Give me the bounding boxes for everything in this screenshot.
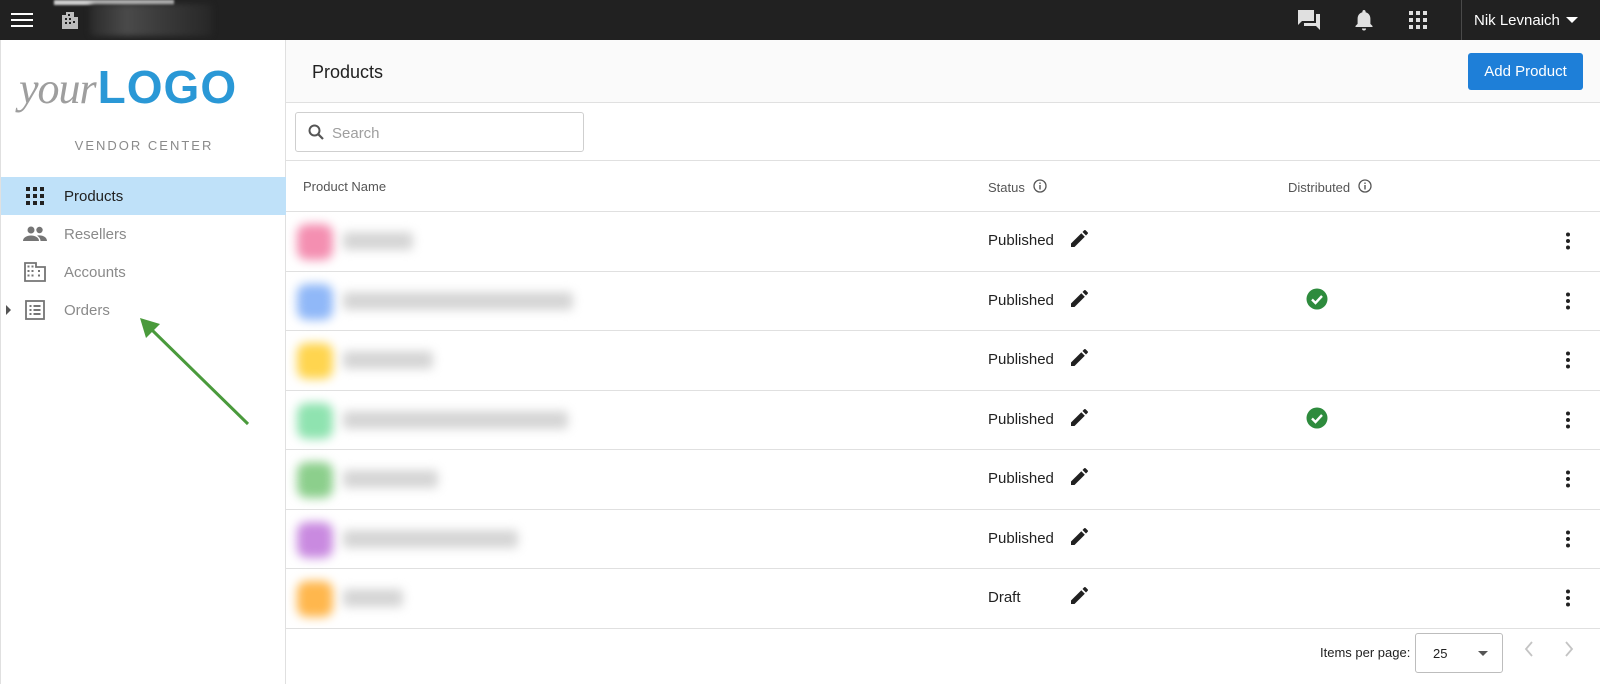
more-vertical-icon[interactable] (1556, 289, 1580, 313)
sidebar: your LOGO VENDOR CENTER Products Reselle… (0, 40, 286, 684)
brand-logo: your LOGO (19, 60, 269, 122)
previous-page-icon[interactable] (1523, 639, 1535, 664)
product-thumbnail (297, 402, 333, 439)
notifications-bell-icon[interactable] (1350, 0, 1378, 40)
more-vertical-icon[interactable] (1556, 527, 1580, 551)
redacted-product-name[interactable] (343, 232, 413, 250)
redacted-product-name[interactable] (343, 291, 573, 310)
product-thumbnail (297, 462, 333, 498)
organization-icon[interactable] (56, 0, 84, 40)
expand-arrow-icon[interactable] (6, 305, 11, 315)
product-thumbnail (297, 581, 333, 617)
sidebar-item-label: Products (64, 187, 124, 205)
status-label: Published (988, 410, 1054, 428)
people-icon (23, 222, 47, 246)
menu-icon[interactable] (8, 0, 36, 40)
status-label: Draft (988, 589, 1021, 606)
sidebar-item-products[interactable]: Products (1, 177, 286, 215)
redacted-product-name[interactable] (343, 589, 403, 607)
sidebar-item-label: Accounts (64, 263, 126, 281)
product-thumbnail (297, 224, 333, 260)
product-table-body: Published Published Published Published Publ… (286, 212, 1600, 629)
page-title: Products (312, 62, 384, 82)
column-header-label: Product Name (303, 179, 387, 194)
sidebar-item-resellers[interactable]: Resellers (1, 215, 286, 253)
more-vertical-icon[interactable] (1556, 408, 1580, 432)
sidebar-item-accounts[interactable]: Accounts (1, 253, 286, 291)
top-app-bar: Nik Levnaich (0, 0, 1600, 40)
column-header-label: Distributed (1288, 180, 1351, 195)
next-page-icon[interactable] (1563, 639, 1575, 664)
annotation-arrow (140, 318, 250, 426)
product-thumbnail (297, 521, 333, 558)
app-subtitle: VENDOR CENTER (74, 138, 214, 153)
table-row[interactable]: Published (286, 510, 1600, 569)
table-row[interactable]: Published (286, 212, 1600, 272)
edit-pencil-icon[interactable] (1068, 585, 1090, 612)
page-header: Products Add Product (286, 40, 1600, 103)
edit-pencil-icon[interactable] (1068, 466, 1090, 493)
redacted-organization-name (90, 4, 212, 36)
chat-icon[interactable] (1294, 0, 1324, 40)
search-icon (308, 124, 324, 145)
grid-icon (23, 184, 47, 208)
redacted-product-name[interactable] (343, 529, 518, 548)
sidebar-nav: Products Resellers Accounts Orders (1, 177, 286, 329)
search-box[interactable] (295, 112, 584, 152)
pagination: Items per page: 25 (286, 626, 1600, 676)
user-menu[interactable]: Nik Levnaich (1474, 0, 1600, 40)
column-header-distributed[interactable]: Distributed (1288, 179, 1372, 196)
status-label: Published (988, 232, 1054, 249)
edit-pencil-icon[interactable] (1068, 288, 1090, 315)
info-icon[interactable] (1358, 179, 1372, 196)
status-label: Published (988, 291, 1054, 309)
chevron-down-icon (1565, 17, 1578, 23)
check-circle-icon (1306, 288, 1328, 315)
edit-pencil-icon[interactable] (1068, 228, 1090, 255)
table-row[interactable]: Published (286, 331, 1600, 391)
sidebar-item-label: Orders (64, 301, 110, 319)
status-label: Published (988, 351, 1054, 368)
redacted-product-name[interactable] (343, 410, 568, 429)
items-per-page-select[interactable]: 25 (1415, 633, 1503, 673)
topbar-divider (1461, 0, 1462, 40)
more-vertical-icon[interactable] (1556, 586, 1580, 610)
more-vertical-icon[interactable] (1556, 229, 1580, 253)
product-thumbnail (297, 343, 333, 379)
status-label: Published (988, 529, 1054, 547)
table-row[interactable]: Published (286, 391, 1600, 450)
logo-text-your: your (19, 64, 97, 113)
column-header-product-name[interactable]: Product Name (303, 179, 386, 194)
info-icon[interactable] (1033, 179, 1047, 196)
search-input[interactable] (332, 121, 572, 145)
column-header-status[interactable]: Status (988, 179, 1047, 196)
list-icon (23, 298, 47, 322)
table-row[interactable]: Draft (286, 569, 1600, 629)
check-circle-icon (1306, 407, 1328, 434)
edit-pencil-icon[interactable] (1068, 347, 1090, 374)
logo-text-logo: LOGO (97, 61, 238, 113)
table-header: Product Name Status Distributed (286, 162, 1600, 212)
more-vertical-icon[interactable] (1556, 348, 1580, 372)
edit-pencil-icon[interactable] (1068, 407, 1090, 434)
apps-grid-icon[interactable] (1404, 0, 1432, 40)
column-header-label: Status (988, 180, 1025, 195)
items-per-page-value: 25 (1433, 646, 1448, 661)
table-row[interactable]: Published (286, 272, 1600, 331)
status-label: Published (988, 470, 1054, 487)
add-product-button[interactable]: Add Product (1468, 53, 1583, 90)
search-bar (286, 103, 1600, 161)
user-name: Nik Levnaich (1474, 11, 1560, 29)
product-thumbnail (297, 283, 333, 320)
more-vertical-icon[interactable] (1556, 467, 1580, 491)
chevron-down-icon (1478, 651, 1488, 656)
items-per-page-label: Items per page: (1320, 645, 1411, 660)
building-icon (23, 260, 47, 284)
main-content: Products Add Product Product Name Status… (286, 40, 1600, 684)
edit-pencil-icon[interactable] (1068, 526, 1090, 553)
redacted-product-name[interactable] (343, 351, 433, 369)
table-row[interactable]: Published (286, 450, 1600, 510)
redacted-product-name[interactable] (343, 470, 438, 488)
sidebar-item-label: Resellers (64, 225, 127, 243)
